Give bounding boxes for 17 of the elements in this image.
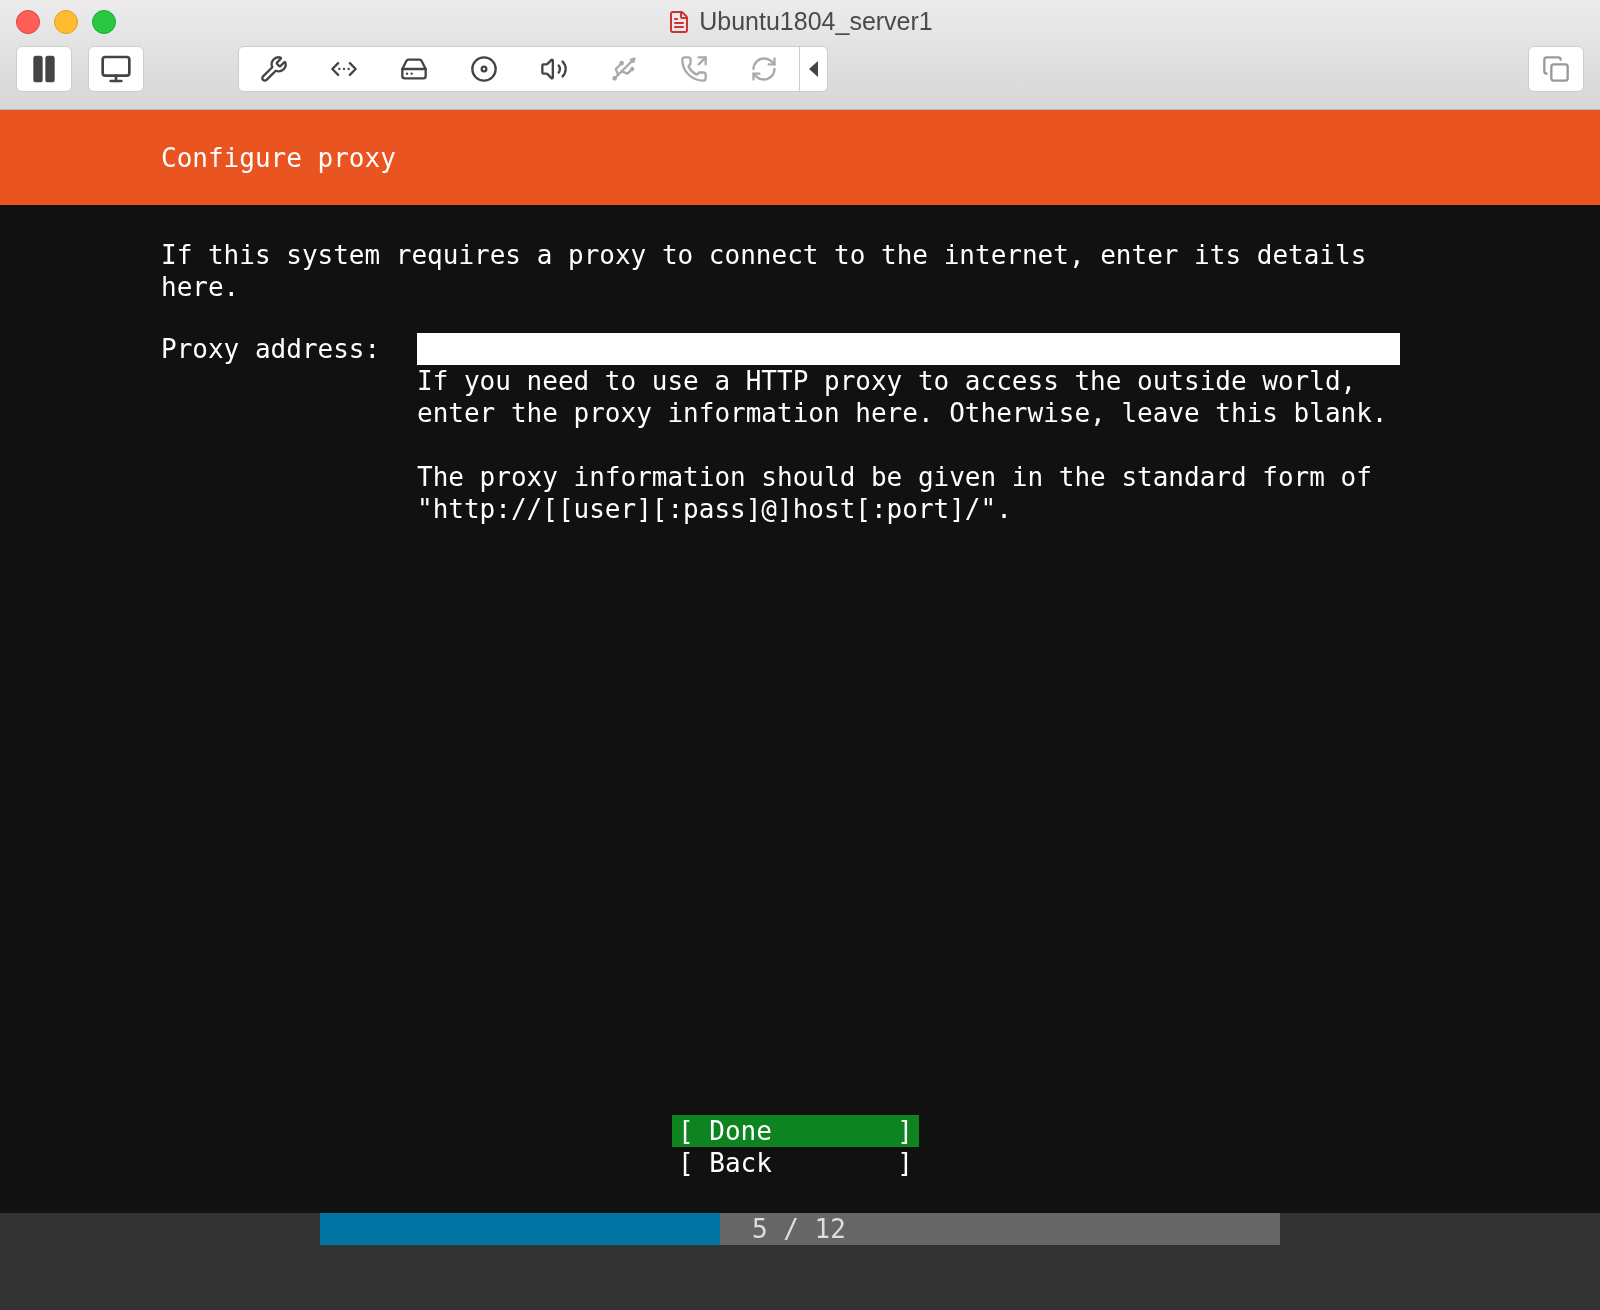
menu-button[interactable]: [ Back ] (672, 1147, 919, 1179)
triangle-left-icon (808, 61, 819, 77)
progress-text: 5 / 12 (752, 1213, 846, 1245)
snapshot-button[interactable] (88, 46, 144, 92)
window-title: Ubuntu1804_server1 (699, 6, 933, 38)
close-button[interactable] (16, 10, 40, 34)
menu-button[interactable]: [ Done ] (672, 1115, 919, 1147)
intro-text: If this system requires a proxy to connect to the internet, enter its details here. (161, 239, 1368, 303)
help-text: The proxy information should be given in the standard form of "http://[[user][:pass]@]host[:port]/". (417, 461, 1373, 525)
proxy-label: Proxy address: (161, 333, 382, 366)
header-title: Configure proxy (161, 141, 396, 174)
copy-icon (1542, 55, 1570, 83)
proxy-address-field[interactable] (417, 333, 1400, 365)
pause-button[interactable] (16, 46, 72, 92)
window-mode-button[interactable] (1528, 46, 1584, 92)
help-text: If you need to use a HTTP proxy to access the outside world, enter the proxy information here. Otherwise, leave this blank. (417, 365, 1389, 429)
monitor-icon (100, 53, 132, 85)
